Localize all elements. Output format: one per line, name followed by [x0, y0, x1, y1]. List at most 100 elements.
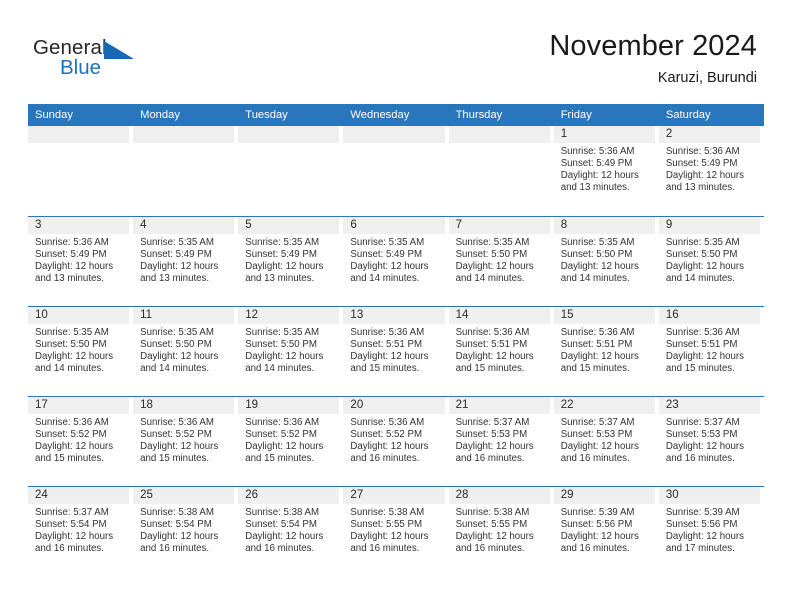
calendar-day-cell[interactable]: 2 Sunrise: 5:36 AM Sunset: 5:49 PM Daylight… — [658, 126, 764, 216]
day-number: 2 — [665, 128, 673, 140]
sunset-text: Sunset: 5:50 PM — [560, 249, 633, 261]
day-number: 13 — [350, 309, 364, 321]
day-sun-info: Sunrise: 5:35 AM Sunset: 5:50 PM Daylight:… — [659, 234, 762, 285]
day-number: 8 — [560, 219, 568, 231]
calendar-day-cell[interactable]: 13 Sunrise: 5:36 AM Sunset: 5:51 PM Dayligh… — [343, 307, 449, 396]
calendar-day-cell[interactable]: 21 Sunrise: 5:37 AM Sunset: 5:53 PM Dayligh… — [448, 397, 554, 486]
sunset-text: Sunset: 5:55 PM — [350, 519, 423, 531]
day-number-band: 9 — [658, 217, 760, 234]
daylight-text-line1: Daylight: 12 hours — [245, 531, 324, 543]
day-number-band: 16 — [658, 307, 760, 324]
calendar-day-cell[interactable]: 14 Sunrise: 5:36 AM Sunset: 5:51 PM Dayligh… — [448, 307, 554, 396]
day-number-band — [448, 126, 550, 143]
daylight-text-line2: and 14 minutes. — [140, 363, 210, 375]
calendar-day-cell[interactable]: 27 Sunrise: 5:38 AM Sunset: 5:55 PM Dayligh… — [343, 487, 449, 576]
day-number-band: 17 — [28, 397, 130, 414]
day-number: 9 — [665, 219, 673, 231]
calendar-day-cell[interactable]: 30 Sunrise: 5:39 AM Sunset: 5:56 PM Dayligh… — [658, 487, 764, 576]
calendar-day-cell[interactable]: 4 Sunrise: 5:35 AM Sunset: 5:49 PM Daylight… — [133, 217, 239, 306]
calendar-day-cell[interactable]: 3 Sunrise: 5:36 AM Sunset: 5:49 PM Daylight… — [28, 217, 134, 306]
day-number: 20 — [350, 399, 364, 411]
calendar-day-cell[interactable]: 12 Sunrise: 5:35 AM Sunset: 5:50 PM Dayligh… — [238, 307, 344, 396]
calendar-day-cell[interactable]: 22 Sunrise: 5:37 AM Sunset: 5:53 PM Dayligh… — [553, 397, 659, 486]
sunset-text: Sunset: 5:49 PM — [245, 249, 317, 261]
calendar-day-cell[interactable]: 6 Sunrise: 5:35 AM Sunset: 5:49 PM Daylight… — [343, 217, 449, 306]
calendar-day-cell[interactable]: 7 Sunrise: 5:35 AM Sunset: 5:50 PM Daylight… — [448, 217, 554, 306]
daylight-text-line1: Daylight: 12 hours — [455, 351, 534, 363]
calendar-day-cell[interactable]: 23 Sunrise: 5:37 AM Sunset: 5:53 PM Dayligh… — [658, 397, 764, 486]
sunrise-text: Sunrise: 5:36 AM — [140, 417, 214, 428]
daylight-text-line2: and 15 minutes. — [455, 363, 525, 375]
daylight-text-line1: Daylight: 12 hours — [350, 531, 429, 543]
calendar-day-cell[interactable]: 28 Sunrise: 5:38 AM Sunset: 5:55 PM Dayligh… — [448, 487, 554, 576]
day-number-band: 25 — [133, 487, 235, 504]
calendar-day-cell[interactable]: 17 Sunrise: 5:36 AM Sunset: 5:52 PM Dayligh… — [28, 397, 134, 486]
day-number-band: 18 — [133, 397, 235, 414]
day-number: 24 — [35, 489, 48, 501]
daylight-text-line1: Daylight: 12 hours — [245, 441, 324, 453]
daylight-text-line2: and 16 minutes. — [560, 453, 630, 465]
sunrise-text: Sunrise: 5:35 AM — [350, 237, 425, 248]
day-sun-info: Sunrise: 5:37 AM Sunset: 5:53 PM Daylight:… — [659, 414, 762, 465]
sunrise-text: Sunrise: 5:36 AM — [560, 327, 635, 338]
calendar-day-cell[interactable]: 20 Sunrise: 5:36 AM Sunset: 5:52 PM Dayligh… — [343, 397, 449, 486]
page-subtitle: Karuzi, Burundi — [657, 70, 757, 86]
calendar-day-cell[interactable]: 19 Sunrise: 5:36 AM Sunset: 5:52 PM Dayligh… — [238, 397, 344, 486]
day-number-band — [343, 126, 445, 143]
day-number-band: 12 — [238, 307, 340, 324]
sunset-text: Sunset: 5:54 PM — [35, 519, 107, 531]
sunrise-text: Sunrise: 5:35 AM — [245, 327, 320, 338]
day-sun-info: Sunrise: 5:38 AM Sunset: 5:54 PM Daylight:… — [133, 504, 236, 555]
day-sun-info: Sunrise: 5:36 AM Sunset: 5:52 PM Daylight:… — [28, 414, 131, 465]
sunrise-text: Sunrise: 5:35 AM — [140, 237, 214, 248]
daylight-text-line1: Daylight: 12 hours — [350, 441, 429, 453]
day-number: 17 — [35, 399, 48, 411]
day-sun-info: Sunrise: 5:35 AM Sunset: 5:50 PM Daylight:… — [554, 234, 657, 285]
calendar-day-cell[interactable]: 29 Sunrise: 5:39 AM Sunset: 5:56 PM Dayligh… — [553, 487, 659, 576]
generalblue-logo[interactable]: General Blue — [33, 36, 143, 84]
weekday-header-monday: Monday — [140, 109, 180, 121]
daylight-text-line1: Daylight: 12 hours — [350, 261, 429, 273]
daylight-text-line2: and 15 minutes. — [560, 363, 630, 375]
daylight-text-line1: Daylight: 12 hours — [245, 351, 324, 363]
daylight-text-line2: and 17 minutes. — [665, 543, 735, 555]
calendar-day-cell[interactable]: 9 Sunrise: 5:35 AM Sunset: 5:50 PM Daylight… — [658, 217, 764, 306]
day-number-band: 26 — [238, 487, 340, 504]
sunset-text: Sunset: 5:51 PM — [350, 339, 423, 351]
day-number: 12 — [245, 309, 259, 321]
daylight-text-line1: Daylight: 12 hours — [35, 351, 114, 363]
calendar-day-cell-empty — [133, 126, 239, 216]
day-number-band: 14 — [448, 307, 550, 324]
day-number-band: 24 — [28, 487, 130, 504]
day-number-band: 6 — [343, 217, 445, 234]
sunrise-text: Sunrise: 5:37 AM — [35, 507, 109, 518]
calendar-day-cell[interactable]: 25 Sunrise: 5:38 AM Sunset: 5:54 PM Dayligh… — [133, 487, 239, 576]
daylight-text-line1: Daylight: 12 hours — [35, 531, 114, 543]
calendar-day-cell[interactable]: 5 Sunrise: 5:35 AM Sunset: 5:49 PM Daylight… — [238, 217, 344, 306]
daylight-text-line1: Daylight: 12 hours — [665, 261, 744, 273]
calendar-day-cell[interactable]: 24 Sunrise: 5:37 AM Sunset: 5:54 PM Dayligh… — [28, 487, 134, 576]
calendar-day-cell[interactable]: 18 Sunrise: 5:36 AM Sunset: 5:52 PM Dayligh… — [133, 397, 239, 486]
daylight-text-line1: Daylight: 12 hours — [350, 351, 429, 363]
daylight-text-line2: and 14 minutes. — [665, 273, 735, 285]
calendar-day-cell[interactable]: 11 Sunrise: 5:35 AM Sunset: 5:50 PM Dayligh… — [133, 307, 239, 396]
calendar-day-cell[interactable]: 8 Sunrise: 5:35 AM Sunset: 5:50 PM Daylight… — [553, 217, 659, 306]
sunrise-text: Sunrise: 5:38 AM — [350, 507, 425, 518]
sunset-text: Sunset: 5:52 PM — [350, 429, 423, 441]
calendar-day-cell[interactable]: 10 Sunrise: 5:35 AM Sunset: 5:50 PM Dayligh… — [28, 307, 134, 396]
calendar-day-cell[interactable]: 16 Sunrise: 5:36 AM Sunset: 5:51 PM Dayligh… — [658, 307, 764, 396]
day-number: 29 — [560, 489, 574, 501]
day-sun-info: Sunrise: 5:36 AM Sunset: 5:51 PM Daylight:… — [659, 324, 762, 375]
sunrise-text: Sunrise: 5:36 AM — [245, 417, 320, 428]
daylight-text-line2: and 15 minutes. — [35, 453, 104, 465]
daylight-text-line2: and 15 minutes. — [665, 363, 735, 375]
calendar-day-cell-empty — [238, 126, 344, 216]
calendar-day-cell[interactable]: 1 Sunrise: 5:36 AM Sunset: 5:49 PM Daylight… — [553, 126, 659, 216]
sunset-text: Sunset: 5:50 PM — [455, 249, 528, 261]
daylight-text-line1: Daylight: 12 hours — [140, 531, 219, 543]
calendar-day-cell[interactable]: 26 Sunrise: 5:38 AM Sunset: 5:54 PM Dayligh… — [238, 487, 344, 576]
day-number: 21 — [455, 399, 469, 411]
calendar-week-row: 1 Sunrise: 5:36 AM Sunset: 5:49 PM Daylight… — [28, 126, 764, 216]
calendar-day-cell[interactable]: 15 Sunrise: 5:36 AM Sunset: 5:51 PM Dayligh… — [553, 307, 659, 396]
sunset-text: Sunset: 5:53 PM — [560, 429, 633, 441]
